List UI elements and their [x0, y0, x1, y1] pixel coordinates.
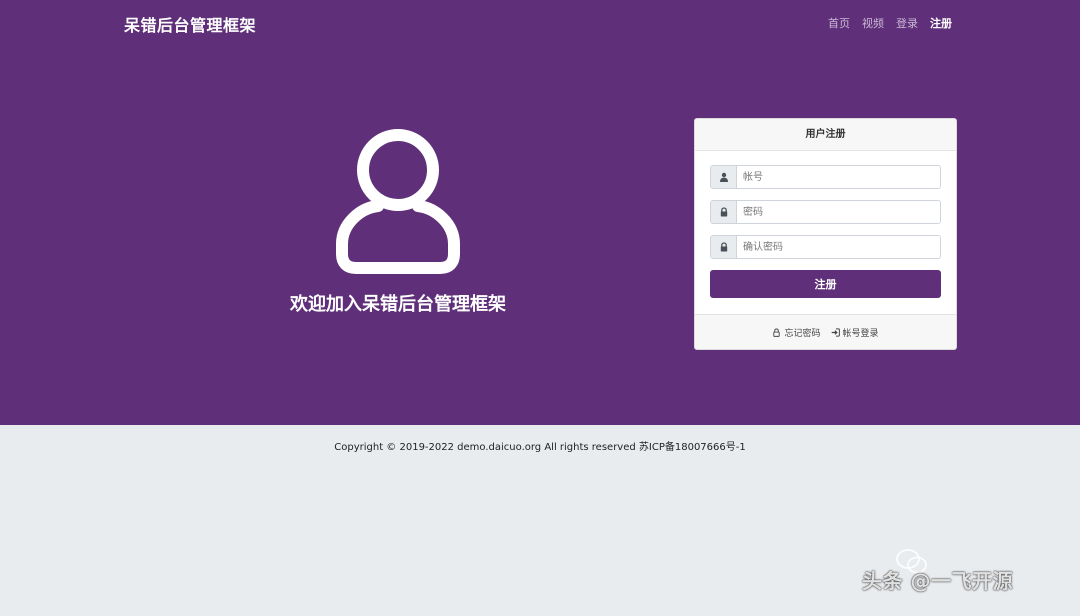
register-card-title: 用户注册 — [695, 119, 956, 151]
sign-in-icon — [831, 327, 840, 337]
nav-item-register[interactable]: 注册 — [930, 15, 952, 31]
user-outline-icon — [336, 129, 460, 274]
forgot-password-link[interactable]: 忘记密码 — [772, 326, 821, 339]
lock-outline-icon — [773, 328, 781, 337]
account-login-label: 帐号登录 — [842, 328, 879, 339]
top-nav: 首页 视频 登录 注册 — [828, 15, 952, 31]
confirm-password-input[interactable] — [737, 236, 940, 258]
nav-item-login[interactable]: 登录 — [896, 15, 918, 31]
account-login-link[interactable]: 帐号登录 — [831, 326, 879, 339]
password-input[interactable] — [737, 201, 940, 223]
register-card: 用户注册 帐号 注册 忘记密码 帐号登录 — [694, 118, 957, 350]
copyright-text: Copyright © 2019-2022 demo.daicuo.org Al… — [334, 442, 746, 453]
account-field-group — [710, 165, 941, 189]
forgot-password-label: 忘记密码 — [784, 328, 821, 339]
register-submit-button[interactable]: 注册 — [710, 270, 941, 298]
register-card-footer: 忘记密码 帐号登录 — [695, 314, 956, 349]
brand-logo[interactable]: 呆错后台管理框架 — [124, 12, 256, 36]
password-field-group — [710, 200, 941, 224]
register-form: 注册 — [695, 151, 956, 298]
lock-icon — [711, 201, 737, 223]
account-input[interactable] — [737, 166, 940, 188]
user-icon — [711, 166, 737, 188]
hero-section: 呆错后台管理框架 首页 视频 登录 注册 欢迎加入呆错后台管理框架 用户注册 帐… — [0, 0, 1080, 425]
welcome-heading: 欢迎加入呆错后台管理框架 — [290, 294, 506, 315]
lock-icon — [711, 236, 737, 258]
confirm-password-field-group — [710, 235, 941, 259]
watermark-text: 头条 @一飞开源 — [862, 569, 1013, 593]
nav-item-home[interactable]: 首页 — [828, 15, 850, 31]
nav-item-video[interactable]: 视频 — [862, 15, 884, 31]
